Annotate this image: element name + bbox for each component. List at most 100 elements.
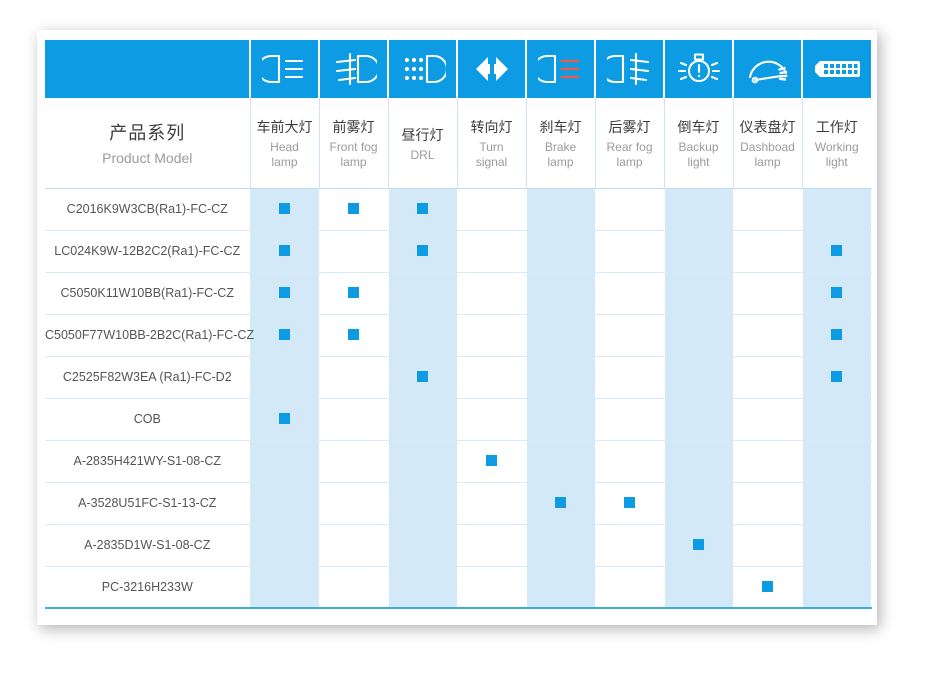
column-header-en: Brake lamp — [544, 140, 577, 170]
application-cell-empty — [733, 356, 803, 399]
application-cell-empty — [457, 356, 527, 399]
application-cell-empty — [526, 440, 596, 483]
product-model-cell: C2016K9W3CB(Ra1)-FC-CZ — [45, 188, 251, 231]
rear-fog-lamp-icon — [596, 40, 663, 98]
backup-light-icon — [665, 40, 732, 98]
column-header-cn: 工作灯 — [815, 119, 858, 136]
column-header-en: Rear fog lamp — [606, 140, 653, 170]
column-header-en: DRL — [410, 147, 435, 162]
check-marker — [417, 203, 428, 215]
column-header-6: 倒车灯 Backup light — [664, 98, 734, 189]
application-cell-empty — [319, 398, 389, 441]
application-cell-empty — [457, 524, 527, 567]
application-cell-empty — [802, 566, 872, 609]
application-cell-empty — [388, 524, 458, 567]
application-cell-empty — [526, 524, 596, 567]
application-cell-empty — [595, 566, 665, 609]
working-light-icon — [803, 40, 871, 98]
product-model-cell: PC-3216H233W — [45, 566, 251, 609]
application-cell-empty — [457, 482, 527, 525]
application-cell-empty — [595, 272, 665, 315]
column-icon-front-fog-lamp — [319, 40, 389, 98]
application-cell-empty — [802, 188, 872, 231]
head-lamp-icon — [251, 40, 318, 98]
application-cell-checked — [319, 272, 389, 315]
product-model-cell: C5050F77W10BB-2B2C(Ra1)-FC-CZ — [45, 314, 254, 357]
product-model-cell: COB — [45, 398, 251, 441]
column-header-1: 前雾灯 Front fog lamp — [319, 98, 389, 189]
column-header-0: 车前大灯 Head lamp — [250, 98, 320, 189]
column-header-cn: 仪表盘灯 — [739, 119, 796, 136]
application-cell-checked — [802, 314, 872, 357]
application-cell-empty — [319, 524, 389, 567]
table-wrapper: 产品系列 Product Model 车前大灯 Head lamp 前雾灯 Front … — [45, 40, 872, 609]
icon-header-blank — [45, 40, 251, 98]
application-cell-checked — [457, 440, 527, 483]
column-header-5: 后雾灯 Rear fog lamp — [595, 98, 665, 189]
column-icon-head-lamp — [250, 40, 320, 98]
check-marker — [831, 371, 842, 383]
product-application-matrix: 产品系列 Product Model 车前大灯 Head lamp 前雾灯 Front … — [45, 40, 872, 609]
icon-header-row — [45, 40, 871, 98]
product-model-cell: A-2835D1W-S1-08-CZ — [45, 524, 251, 567]
column-header-en: Backup light — [678, 140, 719, 170]
product-matrix-card: 产品系列 Product Model 车前大灯 Head lamp 前雾灯 Front … — [37, 30, 877, 625]
model-header-en: Product Model — [102, 149, 193, 166]
application-cell-empty — [664, 272, 734, 315]
table-row: C5050F77W10BB-2B2C(Ra1)-FC-CZ — [45, 314, 872, 357]
application-cell-checked — [250, 230, 320, 273]
check-marker — [486, 455, 497, 467]
application-cell-empty — [664, 314, 734, 357]
table-row: LC024K9W-12B2C2(Ra1)-FC-CZ — [45, 230, 872, 273]
column-header-cn: 昼行灯 — [401, 126, 444, 143]
application-cell-empty — [733, 314, 803, 357]
application-cell-empty — [526, 566, 596, 609]
application-cell-empty — [664, 398, 734, 441]
model-column-header: 产品系列 Product Model — [45, 98, 251, 189]
check-marker — [279, 413, 290, 425]
application-cell-empty — [595, 314, 665, 357]
application-cell-empty — [595, 398, 665, 441]
application-cell-checked — [388, 356, 458, 399]
product-model-cell: A-2835H421WY-S1-08-CZ — [45, 440, 251, 483]
application-cell-empty — [250, 524, 320, 567]
application-cell-checked — [250, 188, 320, 231]
check-marker — [831, 245, 842, 257]
application-cell-empty — [595, 188, 665, 231]
application-cell-checked — [802, 356, 872, 399]
application-cell-empty — [250, 566, 320, 609]
application-cell-checked — [388, 188, 458, 231]
application-cell-empty — [457, 314, 527, 357]
application-cell-empty — [457, 272, 527, 315]
column-header-8: 工作灯 Working light — [802, 98, 871, 189]
application-cell-empty — [250, 356, 320, 399]
application-cell-empty — [664, 566, 734, 609]
table-row: C2016K9W3CB(Ra1)-FC-CZ — [45, 188, 872, 231]
application-cell-empty — [526, 356, 596, 399]
application-cell-empty — [595, 440, 665, 483]
application-cell-empty — [664, 356, 734, 399]
application-cell-empty — [319, 566, 389, 609]
application-cell-checked — [250, 314, 320, 357]
product-model-cell: C5050K11W10BB(Ra1)-FC-CZ — [45, 272, 251, 315]
application-cell-empty — [526, 272, 596, 315]
check-marker — [762, 581, 773, 593]
application-cell-empty — [664, 440, 734, 483]
table-row: COB — [45, 398, 872, 441]
column-header-cn: 倒车灯 — [677, 119, 720, 136]
application-cell-checked — [802, 230, 872, 273]
application-cell-empty — [733, 482, 803, 525]
application-cell-empty — [664, 482, 734, 525]
table-row: A-2835D1W-S1-08-CZ — [45, 524, 872, 567]
application-cell-empty — [388, 482, 458, 525]
check-marker — [348, 203, 359, 215]
application-cell-empty — [733, 440, 803, 483]
application-cell-checked — [250, 398, 320, 441]
application-cell-empty — [664, 230, 734, 273]
column-icon-working-light — [802, 40, 871, 98]
check-marker — [693, 539, 704, 551]
application-cell-empty — [388, 398, 458, 441]
column-header-en: Working light — [814, 140, 859, 170]
front-fog-lamp-icon — [320, 40, 387, 98]
column-header-cn: 前雾灯 — [332, 119, 375, 136]
